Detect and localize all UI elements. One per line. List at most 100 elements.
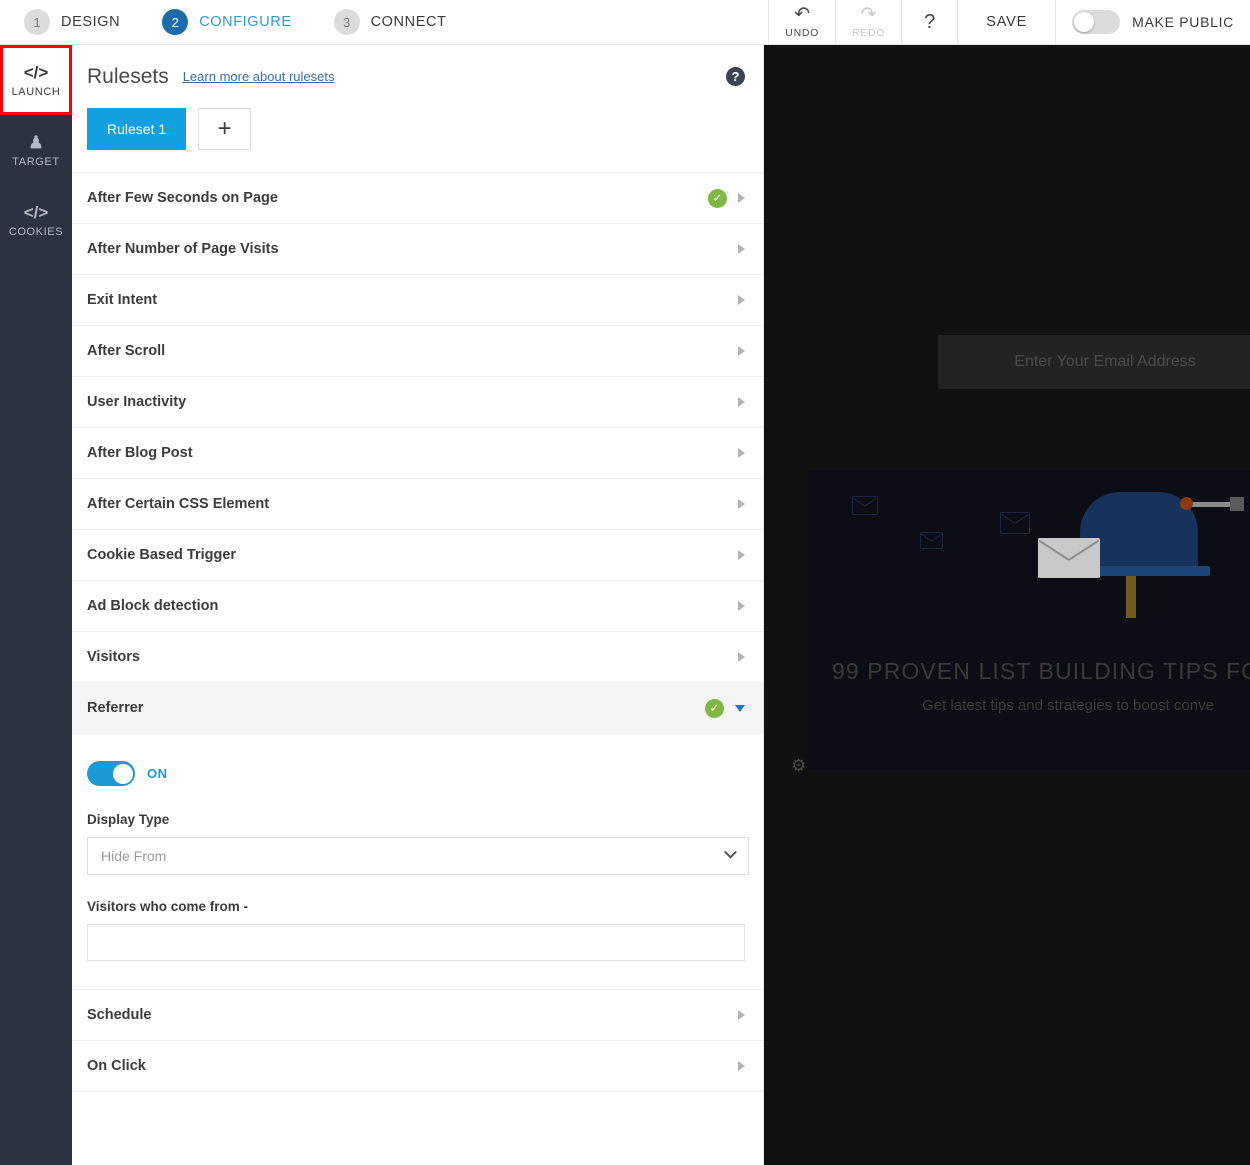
make-public-control[interactable]: MAKE PUBLIC — [1055, 0, 1250, 44]
chevron-right-icon[interactable] — [738, 550, 745, 560]
rule-row[interactable]: On Click — [72, 1040, 763, 1091]
check-icon: ✓ — [708, 188, 727, 208]
rule-row-referrer[interactable]: Referrer ✓ — [72, 682, 763, 733]
step-number: 2 — [162, 9, 189, 35]
rule-label: Schedule — [87, 1007, 152, 1023]
rule-row[interactable]: Schedule — [72, 989, 763, 1040]
rule-row[interactable]: After Blog Post — [72, 427, 763, 478]
undo-button[interactable]: ↶ UNDO — [768, 0, 835, 44]
page-title: Rulesets — [87, 64, 169, 88]
rail-item-launch[interactable]: </> LAUNCH — [0, 45, 72, 115]
step-label: DESIGN — [61, 14, 121, 30]
rule-row[interactable]: After Scroll — [72, 325, 763, 376]
rule-row[interactable]: After Certain CSS Element — [72, 478, 763, 529]
mailbox-post — [1126, 576, 1136, 618]
rule-label: After Blog Post — [87, 445, 193, 461]
question-mark-icon: ? — [924, 10, 936, 33]
rule-label: Referrer — [87, 700, 144, 716]
add-ruleset-button[interactable]: + — [198, 108, 252, 150]
gear-icon[interactable]: ⚙ — [791, 757, 806, 774]
rule-row[interactable]: Exit Intent — [72, 274, 763, 325]
rule-row-controls — [738, 346, 745, 356]
code-icon: </> — [23, 62, 49, 82]
redo-label: REDO — [852, 27, 886, 39]
rule-label: After Scroll — [87, 343, 166, 359]
rule-row[interactable]: Cookie Based Trigger — [72, 529, 763, 580]
chevron-right-icon[interactable] — [738, 295, 745, 305]
help-icon[interactable]: ? — [726, 67, 745, 86]
redo-button[interactable]: ↷ REDO — [835, 0, 901, 44]
rule-row-controls — [738, 244, 745, 254]
referrer-settings-panel: ON Display Type Hide From Visitors who c… — [72, 733, 763, 989]
rule-row-controls — [738, 652, 745, 662]
chevron-right-icon[interactable] — [738, 652, 745, 662]
rule-row[interactable]: After Few Seconds on Page ✓ — [72, 172, 763, 223]
rule-row[interactable]: Ad Block detection — [72, 580, 763, 631]
rail-item-cookies[interactable]: </> COOKIES — [0, 185, 72, 255]
chevron-right-icon[interactable] — [738, 244, 745, 254]
rail-item-label: TARGET — [12, 155, 60, 168]
save-label: SAVE — [986, 14, 1028, 30]
rule-label: Exit Intent — [87, 292, 158, 308]
learn-more-link[interactable]: Learn more about rulesets — [183, 69, 335, 84]
rule-row-controls — [738, 550, 745, 560]
chevron-right-icon[interactable] — [738, 193, 745, 203]
popup-illustration — [808, 470, 1250, 640]
chevron-right-icon[interactable] — [738, 601, 745, 611]
code-icon: </> — [23, 202, 49, 222]
help-button[interactable]: ? — [901, 0, 957, 44]
referrer-toggle-label: ON — [147, 766, 168, 781]
display-type-select[interactable]: Hide From — [87, 837, 749, 875]
chevron-down-icon[interactable] — [735, 704, 745, 712]
tab-ruleset-1[interactable]: Ruleset 1 — [87, 108, 187, 150]
rule-label: After Certain CSS Element — [87, 496, 270, 512]
step-number: 1 — [24, 9, 50, 35]
popup-headline: 99 PROVEN LIST BUILDING TIPS FOR I — [832, 658, 1250, 684]
mailbox-flag-knob — [1180, 497, 1193, 510]
rule-row-controls — [738, 397, 745, 407]
rule-label: User Inactivity — [87, 394, 187, 410]
undo-label: UNDO — [785, 27, 820, 39]
make-public-toggle[interactable] — [1072, 10, 1121, 34]
popup-card: 99 PROVEN LIST BUILDING TIPS FOR I Get l… — [808, 470, 1250, 770]
chevron-right-icon[interactable] — [738, 1010, 745, 1020]
chevron-right-icon[interactable] — [738, 397, 745, 407]
chevron-right-icon[interactable] — [738, 448, 745, 458]
rule-row-controls — [738, 1010, 745, 1020]
rule-row-controls: ✓ — [708, 188, 745, 208]
chevron-down-icon — [724, 845, 737, 859]
chevron-right-icon[interactable] — [738, 499, 745, 509]
rules-list: After Few Seconds on Page ✓ After Number… — [72, 172, 763, 1092]
wizard-step-configure[interactable]: 2 CONFIGURE — [162, 9, 291, 35]
popup-email-input[interactable]: Enter Your Email Address — [938, 335, 1250, 389]
envelope-icon — [920, 532, 943, 549]
rule-row[interactable]: After Number of Page Visits — [72, 223, 763, 274]
wizard-step-connect[interactable]: 3 CONNECT — [333, 9, 447, 35]
wizard-step-design[interactable]: 1 DESIGN — [24, 9, 120, 35]
redo-icon: ↷ — [860, 4, 877, 25]
rule-row-controls — [738, 499, 745, 509]
rule-label: After Number of Page Visits — [87, 241, 279, 257]
rail-item-target[interactable]: ♟ TARGET — [0, 115, 72, 185]
chevron-right-icon[interactable] — [738, 1061, 745, 1071]
rule-row-controls: ✓ — [705, 698, 745, 718]
rule-row[interactable]: User Inactivity — [72, 376, 763, 427]
referrer-toggle[interactable] — [87, 761, 135, 786]
visitors-from-label: Visitors who come from - — [87, 899, 249, 914]
referrer-toggle-row: ON — [87, 761, 748, 786]
letter-icon — [1038, 538, 1100, 578]
visitors-from-input[interactable] — [87, 924, 745, 961]
display-type-label: Display Type — [87, 812, 170, 827]
step-label: CONNECT — [370, 14, 447, 30]
popup-signup-form: Enter Your Email Address — [938, 335, 1250, 389]
rule-row[interactable]: Visitors — [72, 631, 763, 682]
chevron-right-icon[interactable] — [738, 346, 745, 356]
step-number: 3 — [333, 9, 360, 35]
rule-label: Cookie Based Trigger — [87, 547, 237, 563]
save-button[interactable]: SAVE — [957, 0, 1055, 44]
rule-row-controls — [738, 601, 745, 611]
display-type-value: Hide From — [101, 848, 167, 864]
mailbox-flag-arm — [1186, 502, 1236, 507]
rule-label: After Few Seconds on Page — [87, 190, 278, 206]
wizard-steps: 1 DESIGN 2 CONFIGURE 3 CONNECT — [0, 0, 768, 44]
